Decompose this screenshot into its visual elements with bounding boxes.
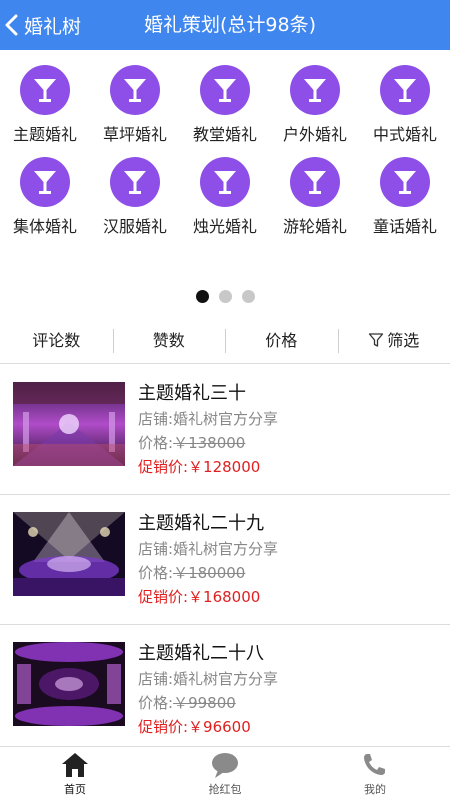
tab-home-label: 首页 xyxy=(64,782,86,796)
sort-by-price[interactable]: 价格 xyxy=(225,318,338,364)
listing-thumbnail xyxy=(13,642,125,726)
listing-title: 主题婚礼二十九 xyxy=(138,513,264,534)
page-title: 婚礼策划(总计98条) xyxy=(143,14,316,36)
cocktail-glass-icon xyxy=(380,157,430,207)
price-label: 价格: xyxy=(138,694,174,712)
page-indicator xyxy=(0,290,450,303)
filter-label: 筛选 xyxy=(387,330,420,350)
category-item-cruise[interactable]: 游轮婚礼 xyxy=(270,157,360,237)
category-label: 童话婚礼 xyxy=(372,217,437,236)
original-price: ￥138000 xyxy=(173,434,246,452)
page-dot-2[interactable] xyxy=(218,290,232,303)
tab-home[interactable]: 首页 xyxy=(0,747,150,800)
category-grid: 主题婚礼 草坪婚礼 教堂婚礼 户外婚礼 中式婚礼 集体婚礼 汉服婚礼 烛光婚礼 … xyxy=(0,65,450,237)
phone-icon xyxy=(364,753,385,775)
sort-by-comments[interactable]: 评论数 xyxy=(0,318,113,364)
category-item-lawn[interactable]: 草坪婚礼 xyxy=(90,65,180,145)
tab-red-packet-label: 抢红包 xyxy=(208,782,242,796)
category-item-group[interactable]: 集体婚礼 xyxy=(0,157,90,237)
chat-bubble-icon xyxy=(212,752,238,778)
category-label: 户外婚礼 xyxy=(282,125,347,144)
tab-red-packet[interactable]: 抢红包 xyxy=(150,747,300,800)
page-dot-3[interactable] xyxy=(241,290,255,303)
original-price: ￥99800 xyxy=(173,694,236,712)
cocktail-glass-icon xyxy=(110,157,160,207)
promo-price: 促销价:￥128000 xyxy=(138,458,261,476)
listing-title: 主题婚礼二十八 xyxy=(138,643,264,664)
bottom-tab-bar: 首页 抢红包 我的 xyxy=(0,746,450,800)
cocktail-glass-icon xyxy=(290,157,340,207)
listing-list: 主题婚礼三十 店铺:婚礼树官方分享 价格:￥138000 促销价:￥128000… xyxy=(0,365,450,755)
price-label: 价格: xyxy=(138,564,174,582)
cocktail-glass-icon xyxy=(20,65,70,115)
listing-shop: 店铺:婚礼树官方分享 xyxy=(138,670,279,688)
cocktail-glass-icon xyxy=(110,65,160,115)
category-label: 草坪婚礼 xyxy=(102,125,167,144)
promo-price: 促销价:￥168000 xyxy=(138,588,261,606)
category-item-hanfu[interactable]: 汉服婚礼 xyxy=(90,157,180,237)
top-navbar: 婚礼树 婚礼策划(总计98条) xyxy=(0,0,450,50)
cocktail-glass-icon xyxy=(20,157,70,207)
category-item-church[interactable]: 教堂婚礼 xyxy=(180,65,270,145)
category-item-outdoor[interactable]: 户外婚礼 xyxy=(270,65,360,145)
cocktail-glass-icon xyxy=(200,157,250,207)
list-item[interactable]: 主题婚礼二十九 店铺:婚礼树官方分享 价格:￥180000 促销价:￥16800… xyxy=(0,495,450,625)
listing-title: 主题婚礼三十 xyxy=(138,383,246,404)
price-label: 价格: xyxy=(138,434,174,452)
listing-price: 价格:￥180000 xyxy=(138,561,278,585)
sort-by-likes[interactable]: 赞数 xyxy=(112,318,226,364)
category-label: 汉服婚礼 xyxy=(102,217,167,236)
tab-mine[interactable]: 我的 xyxy=(300,747,450,800)
tab-mine-label: 我的 xyxy=(364,782,386,796)
original-price: ￥180000 xyxy=(173,564,246,582)
category-label: 教堂婚礼 xyxy=(192,125,257,144)
home-icon xyxy=(62,752,88,777)
category-label: 烛光婚礼 xyxy=(192,217,257,236)
category-label: 游轮婚礼 xyxy=(282,217,347,236)
promo-price: 促销价:￥96600 xyxy=(138,718,251,736)
cocktail-glass-icon xyxy=(200,65,250,115)
category-item-theme[interactable]: 主题婚礼 xyxy=(0,65,90,145)
category-item-fairytale[interactable]: 童话婚礼 xyxy=(360,157,450,237)
cocktail-glass-icon xyxy=(380,65,430,115)
cocktail-glass-icon xyxy=(290,65,340,115)
category-label: 集体婚礼 xyxy=(12,217,77,236)
sort-bar: 评论数 赞数 价格 筛选 xyxy=(0,318,450,364)
category-item-candlelight[interactable]: 烛光婚礼 xyxy=(180,157,270,237)
category-label: 中式婚礼 xyxy=(372,125,437,144)
filter-icon xyxy=(369,332,384,347)
listing-shop: 店铺:婚礼树官方分享 xyxy=(138,410,279,428)
category-label: 主题婚礼 xyxy=(12,125,77,144)
listing-shop: 店铺:婚礼树官方分享 xyxy=(138,540,279,558)
listing-price: 价格:￥138000 xyxy=(138,431,278,455)
listing-thumbnail xyxy=(13,512,125,596)
category-item-chinese[interactable]: 中式婚礼 xyxy=(360,65,450,145)
filter-button[interactable]: 筛选 xyxy=(337,318,450,364)
listing-price: 价格:￥99800 xyxy=(138,691,278,715)
listing-thumbnail xyxy=(13,382,125,466)
list-item[interactable]: 主题婚礼三十 店铺:婚礼树官方分享 价格:￥138000 促销价:￥128000 xyxy=(0,365,450,495)
page-dot-1[interactable] xyxy=(195,290,209,303)
list-item[interactable]: 主题婚礼二十八 店铺:婚礼树官方分享 价格:￥99800 促销价:￥96600 xyxy=(0,625,450,755)
